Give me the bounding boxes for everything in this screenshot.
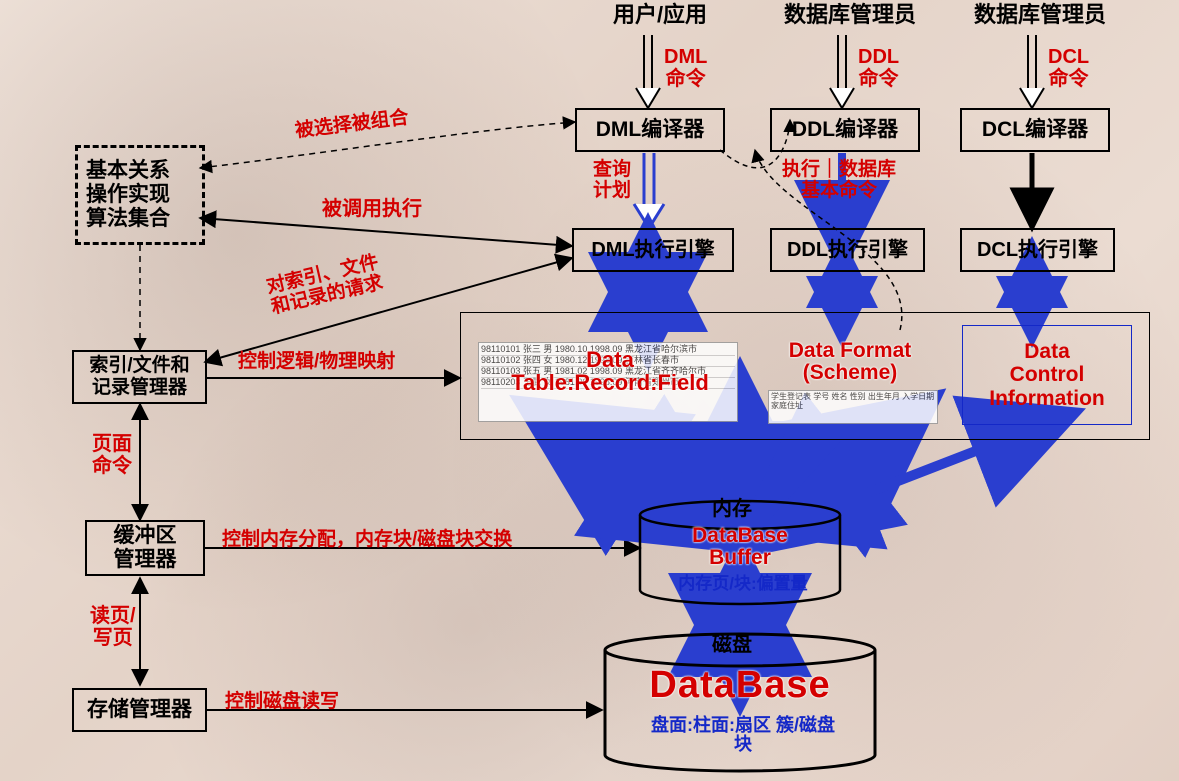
label-memory-title: 内存 xyxy=(712,498,752,520)
header-dba-2: 数据库管理员 xyxy=(960,0,1120,30)
box-buffer-mgr: 缓冲区 管理器 xyxy=(85,520,205,576)
label-rw-page: 读页/ 写页 xyxy=(90,605,136,649)
label-disk-rw: 控制磁盘读写 xyxy=(225,692,339,713)
label-database: DataBase xyxy=(625,666,855,706)
label-called-exec: 被调用执行 xyxy=(322,198,422,220)
diagram-canvas: 用户/应用 数据库管理员 数据库管理员 DML 命令 DDL 命令 DCL 命令… xyxy=(0,0,1179,781)
header-dba-1: 数据库管理员 xyxy=(770,0,930,30)
label-ddl-cmd: DDL 命令 xyxy=(858,46,899,90)
label-db-buffer: DataBase Buffer xyxy=(680,525,800,569)
label-disk-sub: 盘面:柱面:扇区 簇/磁盘块 xyxy=(648,716,838,754)
box-index-file-mgr: 索引/文件和 记录管理器 xyxy=(72,350,207,404)
label-page-cmd: 页面 命令 xyxy=(92,433,132,477)
box-ddl-engine: DDL执行引擎 xyxy=(770,228,925,272)
box-dcl-compiler: DCL编译器 xyxy=(960,108,1110,152)
label-disk-title: 磁盘 xyxy=(712,634,752,656)
label-logic-phys-map: 控制逻辑/物理映射 xyxy=(238,352,395,373)
label-exec-basic: 执行｜数据库 基本命令 xyxy=(782,160,896,202)
label-data-format: Data Format (Scheme) xyxy=(770,340,930,384)
box-dml-compiler: DML编译器 xyxy=(575,108,725,152)
box-ddl-compiler: DDL编译器 xyxy=(770,108,920,152)
label-dcl-cmd: DCL 命令 xyxy=(1048,46,1089,90)
sample-scheme-table: 学生登记表 学号 姓名 性别 出生年月 入学日期 家庭住址 xyxy=(768,390,938,424)
label-mem-alloc: 控制内存分配，内存块/磁盘块交换 xyxy=(222,530,512,551)
box-dml-engine: DML执行引擎 xyxy=(572,228,734,272)
header-user-app: 用户/应用 xyxy=(580,0,740,30)
label-buffer-sub: 内存页/块:偏置量 xyxy=(658,575,828,593)
box-dcl-engine: DCL执行引擎 xyxy=(960,228,1115,272)
label-dml-cmd: DML 命令 xyxy=(664,46,707,90)
label-query-plan: 查询 计划 xyxy=(593,160,631,202)
box-storage-mgr: 存储管理器 xyxy=(72,688,207,732)
box-data-control-info: Data Control Information xyxy=(962,325,1132,425)
label-data-trf: Data Table:Record:Field xyxy=(490,348,730,394)
box-algo-set: 基本关系 操作实现 算法集合 xyxy=(75,145,205,245)
